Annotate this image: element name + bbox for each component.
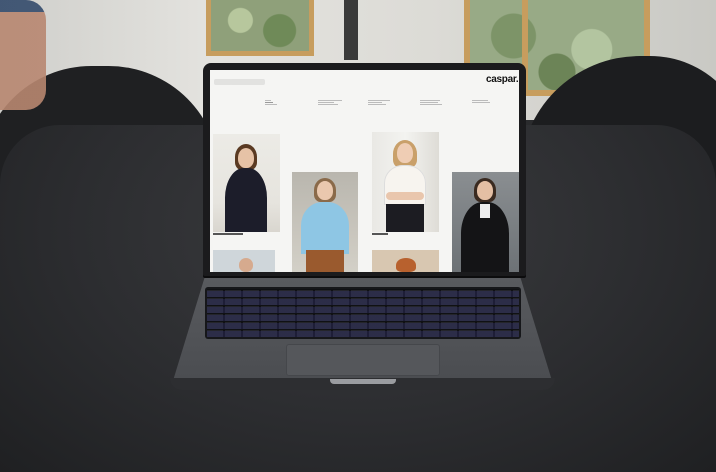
portrait-photo-2[interactable] xyxy=(292,172,358,272)
menu-column-5 xyxy=(472,99,490,104)
nav-pill-4[interactable] xyxy=(253,79,265,85)
menu-column-3 xyxy=(368,99,390,106)
portrait-photo-3[interactable] xyxy=(372,132,439,232)
person-arm xyxy=(0,0,46,110)
portrait-photo-5[interactable] xyxy=(213,250,275,272)
menu-column-2 xyxy=(318,99,342,106)
window-mullion xyxy=(344,0,358,60)
laptop-screen: caspar. xyxy=(210,70,519,272)
laptop-trackpad xyxy=(286,344,440,376)
portrait-caption-1 xyxy=(213,233,243,235)
window-left xyxy=(206,0,314,56)
laptop-keyboard xyxy=(205,287,521,339)
menu-column-4 xyxy=(420,99,442,106)
portrait-photo-6[interactable] xyxy=(372,250,439,272)
portrait-caption-3 xyxy=(372,233,388,235)
portrait-photo-4[interactable] xyxy=(452,172,519,272)
office-photo-scene: caspar. xyxy=(0,0,716,472)
website-logo: caspar. xyxy=(486,74,519,85)
portrait-photo-1[interactable] xyxy=(213,134,280,232)
website-header: caspar. xyxy=(210,70,519,92)
laptop-lid-notch xyxy=(330,379,396,384)
menu-column-1 xyxy=(265,99,277,106)
